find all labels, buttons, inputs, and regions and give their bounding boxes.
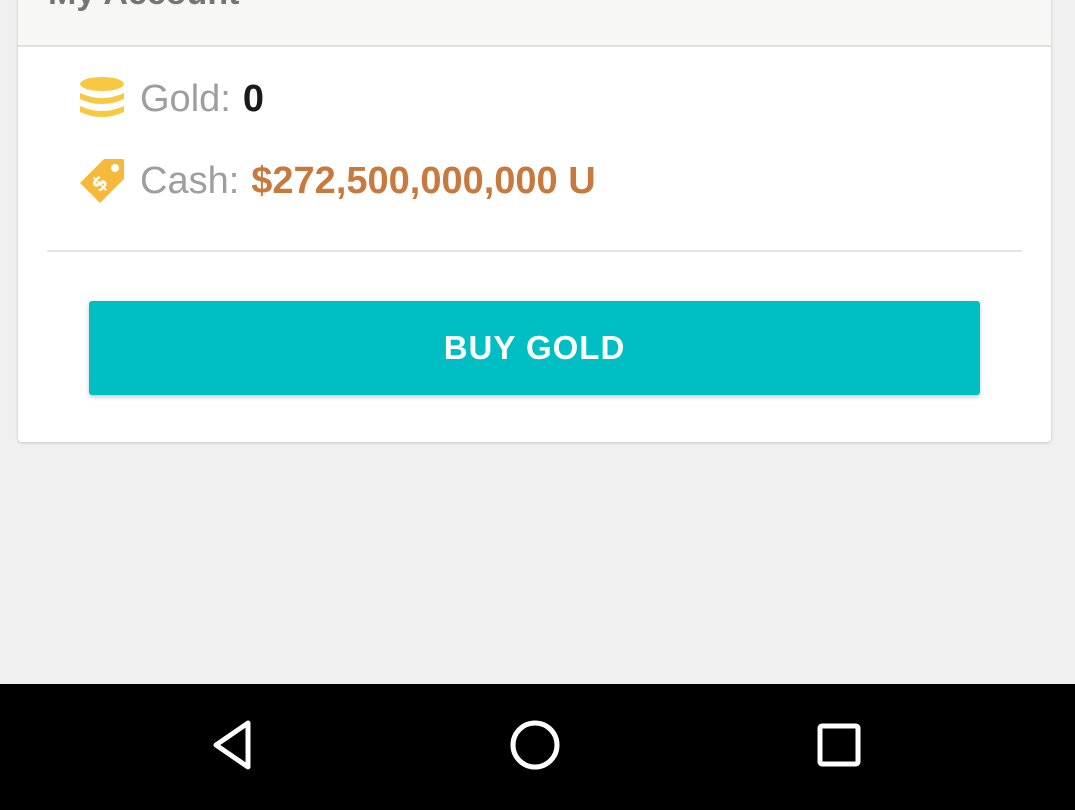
cash-row: $ Cash: $272,500,000,000 U bbox=[78, 156, 596, 206]
back-button[interactable] bbox=[198, 712, 268, 782]
recents-square-icon bbox=[814, 720, 864, 775]
home-circle-icon bbox=[507, 717, 563, 778]
coin-stack-icon bbox=[78, 75, 126, 123]
gold-row: Gold: 0 bbox=[78, 74, 264, 124]
home-button[interactable] bbox=[500, 712, 570, 782]
account-card: My Account Gold: 0 $ Cash: $272,500,000,… bbox=[18, 0, 1051, 442]
gold-label: Gold: bbox=[140, 77, 231, 120]
card-header: My Account bbox=[18, 0, 1051, 47]
recents-button[interactable] bbox=[804, 712, 874, 782]
buy-gold-button[interactable]: BUY GOLD bbox=[89, 301, 980, 395]
gold-value: 0 bbox=[242, 77, 264, 120]
back-triangle-icon bbox=[208, 717, 258, 778]
cash-value: $272,500,000,000 U bbox=[251, 159, 596, 202]
page-title: My Account bbox=[48, 0, 239, 13]
cash-label: Cash: bbox=[140, 159, 240, 202]
divider bbox=[47, 250, 1022, 252]
price-tag-icon: $ bbox=[78, 157, 126, 205]
system-navigation-bar bbox=[0, 684, 1075, 810]
